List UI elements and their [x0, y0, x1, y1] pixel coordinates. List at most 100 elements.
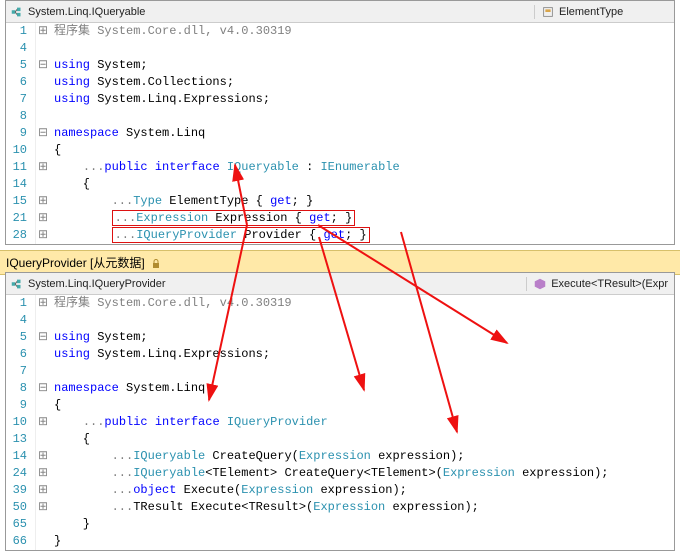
line-number: 14: [6, 176, 36, 193]
fold-toggle[interactable]: ⊞: [36, 499, 50, 516]
fold-toggle[interactable]: ⊟: [36, 380, 50, 397]
code-line[interactable]: 15⊞ ...Type ElementType { get; }: [6, 193, 400, 210]
code-text: using System;: [50, 329, 148, 346]
code-line[interactable]: 24⊞ ...IQueryable<TElement> CreateQuery<…: [6, 465, 609, 482]
fold-toggle[interactable]: ⊞: [36, 193, 50, 210]
code-text: {: [50, 431, 90, 448]
fold-toggle[interactable]: ⊞: [36, 23, 50, 40]
fold-toggle[interactable]: ⊞: [36, 210, 50, 227]
fold-toggle[interactable]: ⊞: [36, 414, 50, 431]
code-line[interactable]: 10{: [6, 142, 400, 159]
line-number: 9: [6, 125, 36, 142]
code-text: {: [50, 176, 90, 193]
fold-toggle: [36, 312, 50, 329]
bottom-editor-pane: System.Linq.IQueryProvider Execute<TResu…: [5, 272, 675, 551]
code-text: ...public interface IQueryProvider: [50, 414, 328, 431]
bottom-breadcrumb-left[interactable]: System.Linq.IQueryProvider: [6, 277, 526, 291]
code-text: ...Expression Expression { get; }: [50, 210, 355, 227]
code-line[interactable]: 8: [6, 108, 400, 125]
code-text: using System.Linq.Expressions;: [50, 91, 270, 108]
code-line[interactable]: 7 using System.Linq.Expressions;: [6, 91, 400, 108]
bottom-breadcrumb-right-text: Execute<TResult>(Expr: [551, 278, 668, 290]
code-line[interactable]: 9{: [6, 397, 609, 414]
top-toolbar: System.Linq.IQueryable ElementType: [6, 1, 674, 23]
line-number: 7: [6, 363, 36, 380]
line-number: 10: [6, 414, 36, 431]
bottom-code-editor[interactable]: 1⊞程序集 System.Core.dll, v4.0.3031945⊟usin…: [6, 295, 674, 550]
line-number: 15: [6, 193, 36, 210]
line-number: 39: [6, 482, 36, 499]
code-line[interactable]: 7: [6, 363, 609, 380]
fold-toggle: [36, 176, 50, 193]
fold-toggle: [36, 516, 50, 533]
line-number: 8: [6, 380, 36, 397]
code-text: 程序集 System.Core.dll, v4.0.30319: [50, 23, 292, 40]
code-line[interactable]: 1⊞程序集 System.Core.dll, v4.0.30319: [6, 23, 400, 40]
top-code-editor[interactable]: 1⊞程序集 System.Core.dll, v4.0.3031945⊟usin…: [6, 23, 674, 244]
code-line[interactable]: 39⊞ ...object Execute(Expression express…: [6, 482, 609, 499]
namespace-icon: [10, 5, 24, 19]
line-number: 21: [6, 210, 36, 227]
bottom-breadcrumb-right[interactable]: Execute<TResult>(Expr: [526, 277, 674, 291]
code-line[interactable]: 4: [6, 312, 609, 329]
fold-toggle[interactable]: ⊞: [36, 482, 50, 499]
fold-toggle[interactable]: ⊞: [36, 159, 50, 176]
code-text: using System.Linq.Expressions;: [50, 346, 270, 363]
code-text: }: [50, 533, 61, 550]
code-text: ...IQueryable<TElement> CreateQuery<TEle…: [50, 465, 609, 482]
method-icon: [533, 277, 547, 291]
code-text: {: [50, 397, 61, 414]
bottom-breadcrumb-left-text: System.Linq.IQueryProvider: [28, 278, 166, 290]
code-line[interactable]: 65 }: [6, 516, 609, 533]
code-line[interactable]: 6using System.Collections;: [6, 74, 400, 91]
code-text: ...Type ElementType { get; }: [50, 193, 313, 210]
line-number: 66: [6, 533, 36, 550]
code-line[interactable]: 6 using System.Linq.Expressions;: [6, 346, 609, 363]
code-line[interactable]: 9⊟namespace System.Linq: [6, 125, 400, 142]
top-breadcrumb-right[interactable]: ElementType: [534, 5, 674, 19]
code-text: }: [50, 516, 90, 533]
code-text: [50, 108, 54, 125]
line-number: 50: [6, 499, 36, 516]
code-line[interactable]: 50⊞ ...TResult Execute<TResult>(Expressi…: [6, 499, 609, 516]
top-breadcrumb-left[interactable]: System.Linq.IQueryable: [6, 5, 534, 19]
fold-toggle: [36, 431, 50, 448]
line-number: 6: [6, 74, 36, 91]
fold-toggle[interactable]: ⊞: [36, 295, 50, 312]
code-line[interactable]: 5⊟using System;: [6, 57, 400, 74]
line-number: 14: [6, 448, 36, 465]
line-number: 6: [6, 346, 36, 363]
code-line[interactable]: 8⊟namespace System.Linq: [6, 380, 609, 397]
fold-toggle[interactable]: ⊟: [36, 57, 50, 74]
code-line[interactable]: 13 {: [6, 431, 609, 448]
code-line[interactable]: 14 {: [6, 176, 400, 193]
code-line[interactable]: 5⊟using System;: [6, 329, 609, 346]
fold-toggle[interactable]: ⊟: [36, 125, 50, 142]
fold-toggle: [36, 40, 50, 57]
code-line[interactable]: 28⊞ ...IQueryProvider Provider { get; }: [6, 227, 400, 244]
code-line[interactable]: 10⊞ ...public interface IQueryProvider: [6, 414, 609, 431]
code-line[interactable]: 4: [6, 40, 400, 57]
code-text: 程序集 System.Core.dll, v4.0.30319: [50, 295, 292, 312]
line-number: 4: [6, 40, 36, 57]
bottom-toolbar: System.Linq.IQueryProvider Execute<TResu…: [6, 273, 674, 295]
line-number: 7: [6, 91, 36, 108]
code-line[interactable]: 21⊞ ...Expression Expression { get; }: [6, 210, 400, 227]
fold-toggle[interactable]: ⊞: [36, 465, 50, 482]
code-line[interactable]: 11⊞ ...public interface IQueryable : IEn…: [6, 159, 400, 176]
code-line[interactable]: 14⊞ ...IQueryable CreateQuery(Expression…: [6, 448, 609, 465]
code-line[interactable]: 66}: [6, 533, 609, 550]
fold-toggle[interactable]: ⊞: [36, 448, 50, 465]
bottom-code-body: 1⊞程序集 System.Core.dll, v4.0.3031945⊟usin…: [6, 295, 609, 550]
lock-icon: [151, 258, 161, 268]
top-breadcrumb-right-text: ElementType: [559, 6, 623, 18]
property-icon: [541, 5, 555, 19]
fold-toggle: [36, 108, 50, 125]
fold-toggle: [36, 363, 50, 380]
fold-toggle[interactable]: ⊞: [36, 227, 50, 244]
code-line[interactable]: 1⊞程序集 System.Core.dll, v4.0.30319: [6, 295, 609, 312]
line-number: 5: [6, 57, 36, 74]
fold-toggle[interactable]: ⊟: [36, 329, 50, 346]
code-text: namespace System.Linq: [50, 125, 205, 142]
fold-toggle: [36, 397, 50, 414]
